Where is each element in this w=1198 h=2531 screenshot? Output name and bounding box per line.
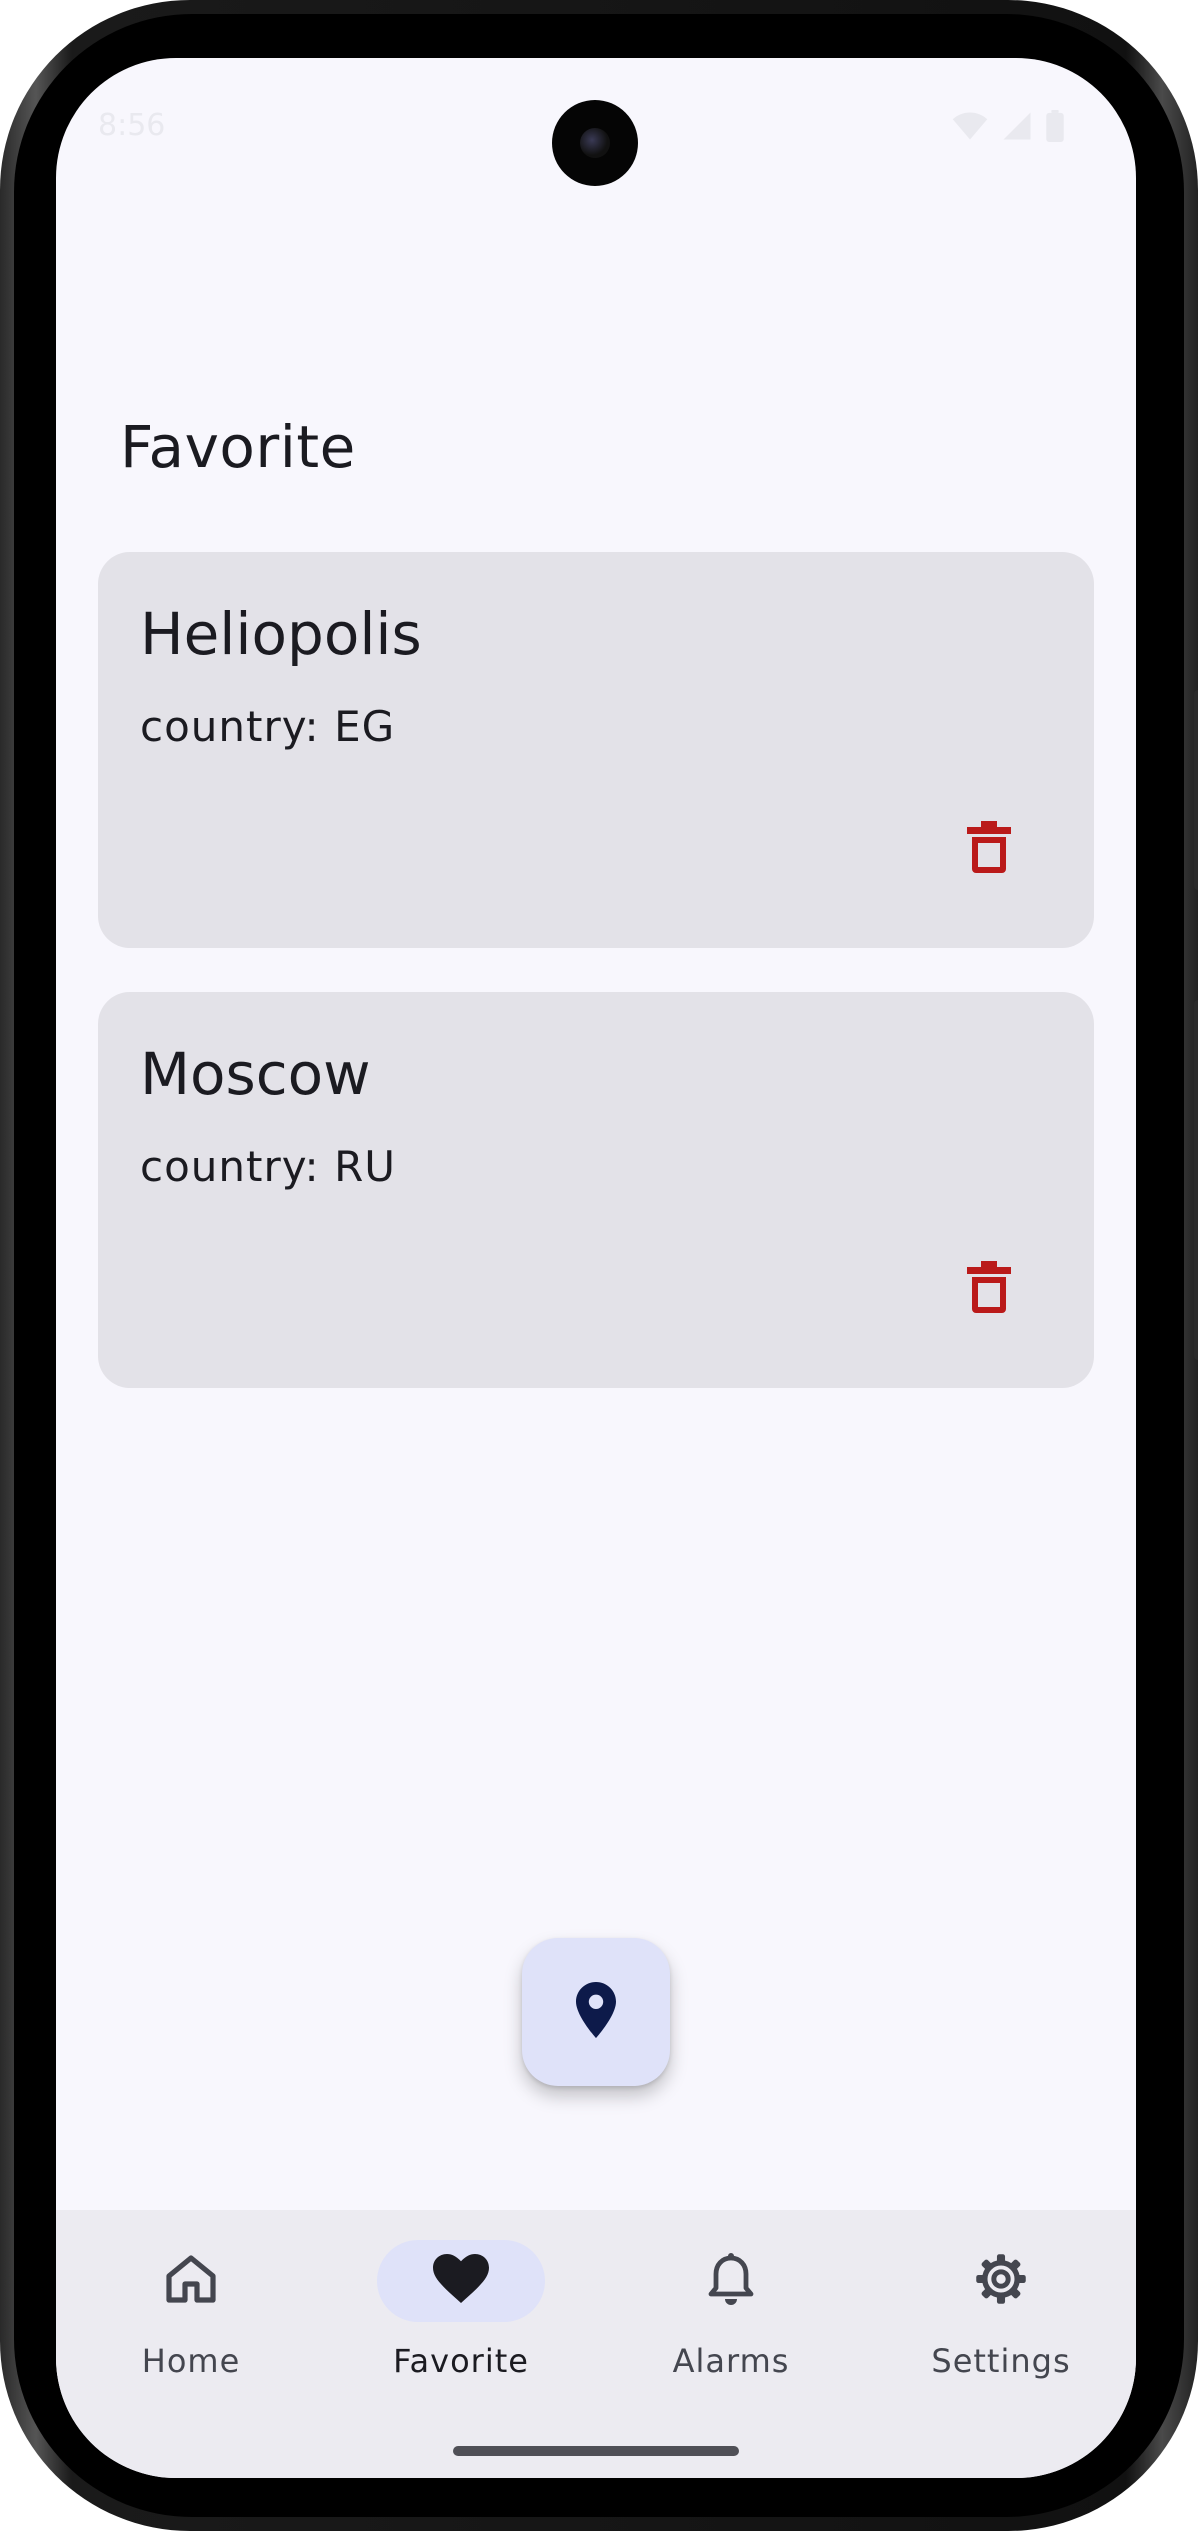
nav-label: Settings — [931, 2342, 1071, 2380]
page-title: Favorite — [120, 413, 356, 481]
heart-icon — [433, 2254, 489, 2308]
status-time: 8:56 — [98, 108, 166, 143]
nav-item-settings[interactable]: Settings — [866, 2236, 1136, 2406]
front-camera — [552, 100, 638, 186]
nav-label: Home — [141, 2342, 241, 2380]
gear-icon — [974, 2252, 1028, 2310]
battery-icon — [1046, 110, 1064, 146]
location-pin-icon — [576, 1982, 616, 2042]
home-icon — [165, 2254, 217, 2308]
nav-label: Favorite — [393, 2342, 529, 2380]
delete-button[interactable] — [954, 814, 1024, 884]
nav-item-alarms[interactable]: Alarms — [596, 2236, 866, 2406]
bottom-navigation: Home Favorite Alarms Settings — [56, 2210, 1136, 2478]
wifi-icon — [952, 111, 988, 145]
trash-icon — [967, 821, 1011, 877]
add-location-button[interactable] — [522, 1938, 670, 2086]
country-label: country: EG — [140, 702, 396, 751]
favorite-card[interactable]: Heliopolis country: EG — [98, 552, 1094, 948]
favorite-card[interactable]: Moscow country: RU — [98, 992, 1094, 1388]
power-button — [1194, 690, 1198, 890]
nav-pill-active — [377, 2240, 545, 2322]
nav-pill — [107, 2240, 275, 2322]
city-name: Heliopolis — [140, 600, 422, 668]
status-icons — [952, 110, 1064, 146]
trash-icon — [967, 1261, 1011, 1317]
nav-label: Alarms — [672, 2342, 790, 2380]
cellular-icon — [1002, 111, 1032, 145]
bell-icon — [708, 2252, 754, 2310]
nav-item-home[interactable]: Home — [56, 2236, 326, 2406]
phone-frame: 8:56 Favorite Heliopolis country: EG Mos… — [0, 0, 1198, 2531]
home-indicator[interactable] — [453, 2446, 739, 2456]
country-label: country: RU — [140, 1142, 396, 1191]
nav-pill — [917, 2240, 1085, 2322]
volume-button — [1194, 1000, 1198, 1360]
city-name: Moscow — [140, 1040, 371, 1108]
delete-button[interactable] — [954, 1254, 1024, 1324]
app-screen: 8:56 Favorite Heliopolis country: EG Mos… — [56, 58, 1136, 2478]
nav-item-favorite[interactable]: Favorite — [326, 2236, 596, 2406]
nav-pill — [647, 2240, 815, 2322]
